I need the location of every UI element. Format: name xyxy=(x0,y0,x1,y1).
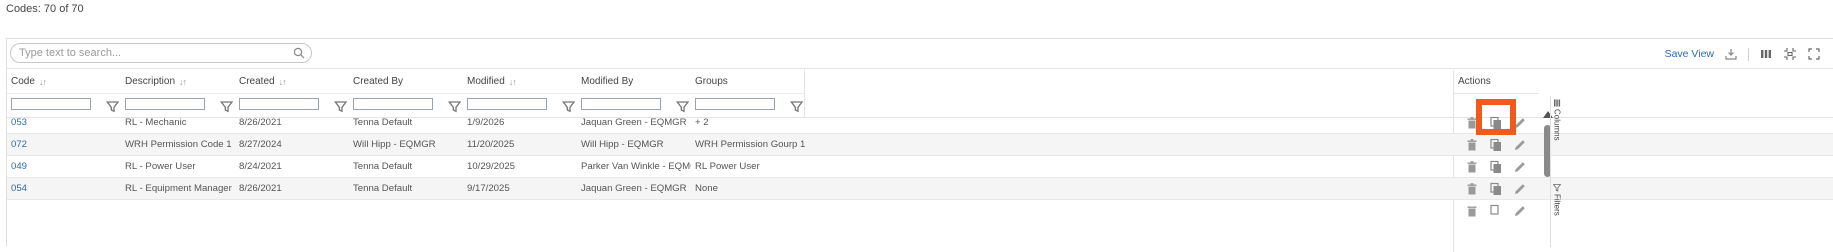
column-view-icon[interactable] xyxy=(1759,47,1773,61)
created-by-cell: Will Hipp - EQMGR xyxy=(353,139,436,150)
created-cell: 8/26/2021 xyxy=(239,117,282,128)
created-cell: 8/24/2021 xyxy=(239,161,282,172)
code-link[interactable]: 049 xyxy=(7,156,121,178)
download-icon[interactable] xyxy=(1724,47,1738,61)
filters-tab[interactable]: Filters xyxy=(1551,184,1563,216)
fullscreen-icon[interactable] xyxy=(1807,47,1821,61)
description-cell: RL - Power User xyxy=(125,161,196,172)
description-cell: WRH Permission Code 1 xyxy=(125,139,232,150)
header-actions: Actions xyxy=(1453,70,1539,94)
created-cell: 8/27/2024 xyxy=(239,139,282,150)
header-code[interactable]: Code ↓↑ xyxy=(7,70,121,94)
filter-modified-by-input[interactable] xyxy=(581,98,662,110)
sort-icon[interactable]: ↓↑ xyxy=(179,77,187,87)
search-box[interactable] xyxy=(10,43,312,63)
sort-icon[interactable]: ↓↑ xyxy=(509,77,517,87)
column-header-row: Code ↓↑ Description ↓↑ Created ↓↑ Created B… xyxy=(7,70,1833,94)
search-icon[interactable] xyxy=(293,47,305,59)
header-description[interactable]: Description ↓↑ xyxy=(121,70,235,94)
filter-created-input[interactable] xyxy=(239,98,320,110)
groups-cell: RL Power User xyxy=(695,161,760,172)
copy-icon[interactable] xyxy=(1489,204,1503,218)
modified-by-cell: Jaquan Green - EQMGR xyxy=(581,183,687,194)
filter-created-by-input[interactable] xyxy=(353,98,434,110)
codes-count: Codes: 70 of 70 xyxy=(6,3,84,15)
modified-cell: 1/9/2026 xyxy=(467,117,505,128)
description-cell: RL - Mechanic xyxy=(125,117,187,128)
row-actions xyxy=(1465,200,1527,222)
save-view-button[interactable]: Save View xyxy=(1665,48,1714,60)
filters-tab-label: Filters xyxy=(1552,194,1562,216)
row-actions xyxy=(1465,134,1527,156)
side-panel: Columns Filters xyxy=(1550,96,1562,247)
codes-grid: Save View Code↓↑ Descri xyxy=(6,38,1833,252)
sort-icon[interactable]: ↓↑ xyxy=(39,77,47,87)
code-link[interactable]: 072 xyxy=(7,134,121,156)
groups-cell: + 2 xyxy=(695,117,709,128)
row-actions xyxy=(1465,178,1527,200)
created-by-cell: Tenna Default xyxy=(353,161,413,172)
header-modified-by[interactable]: Modified By xyxy=(577,70,691,94)
modified-cell: 10/29/2025 xyxy=(467,161,516,172)
header-groups[interactable]: Groups xyxy=(691,70,805,94)
code-link[interactable]: 054 xyxy=(7,178,121,200)
delete-icon[interactable] xyxy=(1465,204,1479,218)
edit-icon[interactable] xyxy=(1513,182,1527,196)
description-cell: RL - Equipment Manager xyxy=(125,183,232,194)
copy-icon[interactable] xyxy=(1489,182,1503,196)
columns-icon xyxy=(1554,99,1561,107)
groups-cell: None xyxy=(695,183,718,194)
code-link[interactable]: 053 xyxy=(7,112,121,134)
filter-icon xyxy=(1553,184,1561,192)
header-created-by[interactable]: Created By xyxy=(349,70,463,94)
modified-cell: 11/20/2025 xyxy=(467,139,515,150)
columns-tab-label: Columns xyxy=(1552,109,1562,141)
created-by-cell: Tenna Default xyxy=(353,183,413,194)
search-input[interactable] xyxy=(19,46,289,60)
header-modified[interactable]: Modified ↓↑ xyxy=(463,70,577,94)
sort-icon[interactable]: ↓↑ xyxy=(279,77,287,87)
copy-icon[interactable] xyxy=(1489,138,1503,152)
grid-toolbar: Save View xyxy=(7,39,1833,69)
modified-by-cell: Parker Van Winkle - EQMGR xyxy=(581,161,691,172)
created-cell: 8/26/2021 xyxy=(239,183,282,194)
modified-by-cell: Will Hipp - EQMGR xyxy=(581,139,664,150)
edit-icon[interactable] xyxy=(1513,204,1527,218)
filter-code-input[interactable] xyxy=(11,98,92,110)
copy-icon[interactable] xyxy=(1489,160,1503,174)
delete-icon[interactable] xyxy=(1465,160,1479,174)
edit-icon[interactable] xyxy=(1513,138,1527,152)
toolbar-divider xyxy=(1748,47,1749,61)
edit-icon[interactable] xyxy=(1513,160,1527,174)
groups-cell: WRH Permission Gourp 1 xyxy=(695,139,805,150)
modified-cell: 9/17/2025 xyxy=(467,183,510,194)
filter-modified-input[interactable] xyxy=(467,98,548,110)
fit-icon[interactable] xyxy=(1783,47,1797,61)
header-created[interactable]: Created ↓↑ xyxy=(235,70,349,94)
modified-by-cell: Jaquan Green - EQMGR xyxy=(581,117,687,128)
delete-icon[interactable] xyxy=(1465,182,1479,196)
column-divider xyxy=(804,70,805,118)
row-actions xyxy=(1465,156,1527,178)
delete-icon[interactable] xyxy=(1465,138,1479,152)
created-by-cell: Tenna Default xyxy=(353,117,413,128)
toolbar-actions: Save View xyxy=(1665,45,1821,63)
filter-description-input[interactable] xyxy=(125,98,206,110)
highlight-box xyxy=(1476,99,1516,135)
filter-groups-input[interactable] xyxy=(695,98,776,110)
columns-tab[interactable]: Columns xyxy=(1551,99,1563,141)
